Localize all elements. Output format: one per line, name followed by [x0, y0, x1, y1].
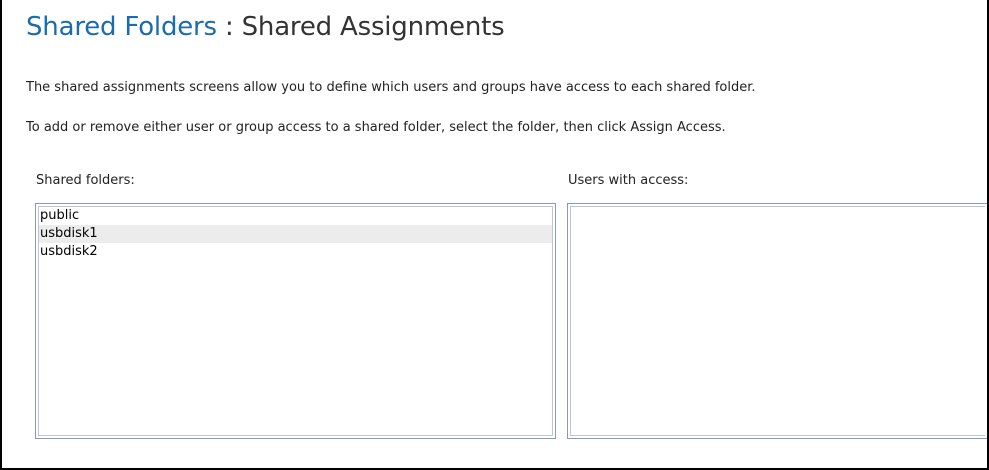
- shared-folders-label: Shared folders:: [36, 173, 135, 188]
- users-with-access-label: Users with access:: [568, 173, 689, 188]
- breadcrumb-link-shared-folders[interactable]: Shared Folders: [26, 12, 217, 42]
- list-item-public[interactable]: public: [39, 207, 552, 225]
- breadcrumb-current: Shared Assignments: [241, 12, 505, 42]
- shared-folders-list: public usbdisk1 usbdisk2: [38, 206, 553, 436]
- description-text: The shared assignments screens allow you…: [26, 80, 756, 95]
- users-with-access-listbox[interactable]: [567, 203, 987, 439]
- list-item-usbdisk1[interactable]: usbdisk1: [39, 225, 552, 243]
- page-frame: Shared Folders : Shared Assignments The …: [0, 0, 989, 470]
- list-item-usbdisk2[interactable]: usbdisk2: [39, 243, 552, 261]
- breadcrumb-separator: :: [216, 12, 242, 42]
- users-with-access-list: [570, 206, 985, 436]
- instruction-text: To add or remove either user or group ac…: [26, 120, 726, 135]
- shared-folders-listbox[interactable]: public usbdisk1 usbdisk2: [35, 203, 556, 439]
- page-title: Shared Folders : Shared Assignments: [26, 12, 505, 42]
